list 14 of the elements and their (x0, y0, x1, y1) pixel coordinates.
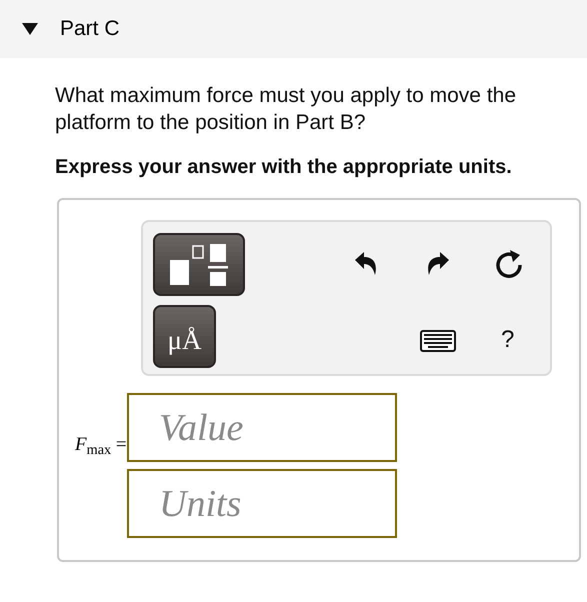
help-button[interactable]: ? (501, 322, 514, 358)
templates-button[interactable] (153, 233, 245, 296)
keyboard-icon[interactable] (420, 330, 456, 352)
answer-field[interactable]: Units (127, 469, 397, 538)
expand-triangle-icon[interactable] (22, 23, 38, 35)
fraction-template-icon (170, 244, 228, 286)
undo-icon[interactable] (353, 250, 379, 276)
units-button[interactable]: μÅ (153, 305, 216, 368)
instruction-text: Express your answer with the appropriate units. (55, 155, 513, 180)
question-text: What maximum force must you apply to move the platform to the position in Part B? (55, 83, 518, 136)
part-title[interactable]: Part C (60, 13, 120, 45)
answer-field[interactable]: Value (127, 393, 397, 462)
answer-label: F$_{max}$ = (75, 433, 127, 460)
redo-icon[interactable] (425, 250, 451, 276)
